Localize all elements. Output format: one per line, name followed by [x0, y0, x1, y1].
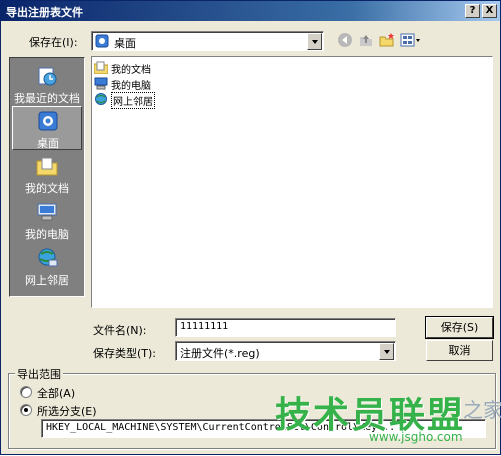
filename-value: 11111111 [180, 321, 229, 332]
filetype-select[interactable]: 注册文件(*.reg) [175, 341, 396, 361]
file-list[interactable]: 我的文档 我的电脑 网上邻居 [91, 56, 493, 308]
place-label: 我最近的文档 [14, 92, 80, 105]
desktop-icon [38, 111, 58, 131]
place-label: 桌面 [37, 137, 59, 150]
place-desktop[interactable]: 桌面 [12, 106, 82, 150]
list-item-label: 我的电脑 [111, 81, 151, 92]
place-label: 我的电脑 [25, 228, 69, 241]
help-button[interactable]: ? [465, 4, 480, 18]
watermark-url: www.jsgho.com [369, 430, 463, 444]
radio-all-label: 全部(A) [37, 387, 76, 400]
network-icon [95, 93, 107, 105]
place-network[interactable]: 网上邻居 [12, 244, 82, 288]
filename-input[interactable]: 11111111 [175, 318, 396, 337]
computer-icon [94, 77, 108, 90]
place-my-documents[interactable]: 我的文档 [12, 152, 82, 196]
radio-selected-branch[interactable] [20, 404, 32, 416]
up-folder-icon[interactable] [357, 32, 375, 50]
export-range-legend: 导出范围 [15, 366, 63, 382]
filename-label: 文件名(N): [93, 324, 147, 337]
save-in-value: 桌面 [114, 37, 136, 50]
my-computer-icon [37, 203, 57, 221]
views-menu-icon[interactable] [399, 32, 423, 50]
radio-all[interactable] [20, 386, 32, 398]
place-label: 网上邻居 [25, 274, 69, 287]
places-bar: 我最近的文档 桌面 我的文档 我的电脑 网上邻居 [9, 57, 85, 297]
save-button[interactable]: 保存(S) [425, 316, 494, 339]
folder-icon [94, 61, 108, 74]
my-documents-icon [36, 157, 58, 176]
chevron-down-icon[interactable] [379, 343, 394, 360]
filetype-value: 注册文件(*.reg) [180, 347, 260, 360]
title-bar[interactable]: 导出注册表文件 ? X [1, 1, 500, 21]
watermark: 技术员联盟 之家 www.jsgho.com [273, 386, 501, 456]
desktop-small-icon [95, 34, 109, 48]
network-places-icon [38, 248, 58, 267]
cancel-button[interactable]: 取消 [426, 340, 493, 361]
place-my-computer[interactable]: 我的电脑 [12, 198, 82, 242]
place-recent-documents[interactable]: 我最近的文档 [12, 62, 82, 106]
chevron-down-icon[interactable] [307, 33, 322, 50]
list-item-label: 网上邻居 [111, 92, 155, 109]
list-item-label: 我的文档 [111, 65, 151, 76]
back-icon[interactable] [336, 32, 354, 50]
place-label: 我的文档 [25, 182, 69, 195]
radio-selected-label: 所选分支(E) [37, 405, 97, 418]
export-registry-dialog: 导出注册表文件 ? X 保存在(I): 桌面 我最近的文档 桌面 我的文档 我的… [0, 0, 501, 455]
filetype-label: 保存类型(T): [93, 347, 157, 360]
watermark-tail: 之家 [463, 398, 501, 422]
recent-docs-icon [38, 67, 57, 86]
new-folder-icon[interactable] [378, 32, 396, 50]
window-title: 导出注册表文件 [6, 6, 83, 19]
save-in-combo[interactable]: 桌面 [91, 31, 324, 51]
save-in-label: 保存在(I): [29, 36, 78, 49]
close-button[interactable]: X [482, 4, 497, 18]
